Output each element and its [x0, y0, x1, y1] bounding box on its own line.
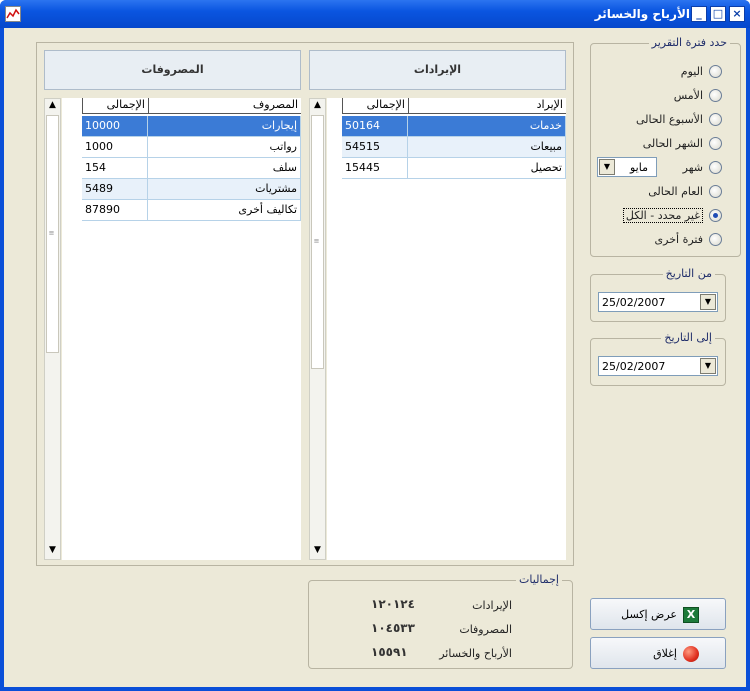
- radio-current-year[interactable]: العام الحالى: [648, 182, 722, 200]
- revenues-scrollbar[interactable]: ▲ ≡ ▼: [309, 98, 326, 560]
- cell-total[interactable]: 5489: [82, 179, 148, 200]
- revenues-name-column-header[interactable]: الإيراد: [408, 98, 566, 114]
- radio-label: شهر: [682, 160, 703, 174]
- scroll-up-icon[interactable]: ▲: [45, 100, 60, 114]
- to-date-value: 25/02/2007: [602, 360, 666, 373]
- cell-name[interactable]: مشتريات: [148, 179, 301, 200]
- excel-button[interactable]: عرض إكسل X: [590, 598, 726, 630]
- period-legend: حدد فترة التقرير: [648, 36, 730, 49]
- close-icon: [683, 646, 699, 662]
- to-date-picker[interactable]: 25/02/2007 ▼: [598, 356, 718, 376]
- revenues-total-column-header[interactable]: الإجمالى: [342, 98, 408, 114]
- radio-current-week[interactable]: الأسبوع الحالى: [636, 110, 722, 128]
- radio-label: الأمس: [673, 88, 703, 102]
- radio-label: اليوم: [680, 64, 703, 78]
- cell-total[interactable]: 1000: [82, 137, 148, 158]
- excel-button-label: عرض إكسل: [621, 608, 677, 621]
- summary-revenues-value: ١٢٠١٢٤: [371, 597, 415, 611]
- cell-total[interactable]: 54515: [342, 137, 408, 158]
- expenses-scrollbar[interactable]: ▲ ≡ ▼: [44, 98, 61, 560]
- expenses-grid[interactable]: الإجمالى المصروف 10000 إيجارات 1000 روات…: [62, 98, 301, 560]
- expenses-total-column-header[interactable]: الإجمالى: [82, 98, 148, 114]
- radio-current-month[interactable]: الشهر الحالى: [643, 134, 722, 152]
- cell-name[interactable]: رواتب: [148, 137, 301, 158]
- cell-total[interactable]: 15445: [342, 158, 408, 179]
- title-bar: الأرباح والخسائر _ □ ×: [0, 0, 750, 28]
- radio-circle-icon[interactable]: [709, 88, 722, 102]
- cell-name[interactable]: تحصيل: [408, 158, 566, 179]
- cell-total[interactable]: 10000: [82, 116, 148, 137]
- expenses-name-column-header[interactable]: المصروف: [148, 98, 301, 114]
- main-window: الأرباح والخسائر _ □ × حدد فترة التقرير …: [0, 0, 750, 691]
- client-area: حدد فترة التقرير اليوم الأمس الأسبوع الح…: [4, 28, 746, 687]
- cell-total[interactable]: 154: [82, 158, 148, 179]
- from-date-legend: من التاريخ: [662, 267, 715, 280]
- excel-icon: X: [683, 607, 699, 623]
- grids-panel: المصروفات الإيرادات ▲ ≡ ▼ الإجمالى المصر…: [36, 42, 574, 566]
- radio-circle-icon[interactable]: [709, 208, 722, 222]
- radio-month[interactable]: شهر: [683, 158, 722, 176]
- scroll-up-icon[interactable]: ▲: [310, 100, 325, 114]
- from-date-group: من التاريخ 25/02/2007 ▼: [590, 267, 726, 322]
- from-date-value: 25/02/2007: [602, 296, 666, 309]
- radio-other-period[interactable]: فترة أخرى: [655, 230, 722, 248]
- grip-icon: ≡: [313, 237, 320, 245]
- scroll-down-icon[interactable]: ▼: [45, 545, 60, 559]
- radio-label: غير محدد - الكل: [622, 207, 703, 223]
- close-button[interactable]: إغلاق: [590, 637, 726, 669]
- cell-name[interactable]: خدمات: [408, 116, 566, 137]
- cell-name[interactable]: تكاليف أخرى: [148, 200, 301, 221]
- period-group: حدد فترة التقرير اليوم الأمس الأسبوع الح…: [590, 36, 741, 257]
- summary-profit-label: الأرباح والخسائر: [439, 647, 512, 660]
- radio-circle-icon[interactable]: [709, 64, 722, 78]
- chevron-down-icon[interactable]: ▼: [700, 294, 716, 310]
- radio-label: فترة أخرى: [654, 232, 703, 246]
- chevron-down-icon[interactable]: ▼: [700, 358, 716, 374]
- chevron-down-icon[interactable]: ▼: [599, 159, 615, 175]
- app-chart-icon[interactable]: [5, 6, 21, 22]
- minimize-button[interactable]: _: [691, 6, 707, 22]
- radio-label: العام الحالى: [648, 184, 703, 198]
- cell-name[interactable]: مبيعات: [408, 137, 566, 158]
- to-date-legend: إلى التاريخ: [661, 331, 715, 344]
- expenses-header: المصروفات: [44, 50, 301, 90]
- maximize-button[interactable]: □: [710, 6, 726, 22]
- revenues-grid[interactable]: الإجمالى الإيراد 50164 خدمات 54515 مبيعا…: [327, 98, 566, 560]
- cell-total[interactable]: 50164: [342, 116, 408, 137]
- cell-name[interactable]: سلف: [148, 158, 301, 179]
- scroll-down-icon[interactable]: ▼: [310, 545, 325, 559]
- radio-circle-icon[interactable]: [709, 232, 722, 246]
- radio-today[interactable]: اليوم: [681, 62, 722, 80]
- summary-revenues-label: الإيرادات: [472, 599, 512, 612]
- radio-circle-icon[interactable]: [709, 160, 722, 174]
- from-date-picker[interactable]: 25/02/2007 ▼: [598, 292, 718, 312]
- radio-circle-icon[interactable]: [709, 112, 722, 126]
- summary-profit-value: ١٥٥٩١: [371, 645, 408, 659]
- summary-expenses-label: المصروفات: [459, 623, 512, 636]
- to-date-group: إلى التاريخ 25/02/2007 ▼: [590, 331, 726, 386]
- grip-icon: ≡: [48, 229, 55, 237]
- month-select[interactable]: مايو ▼: [597, 157, 657, 177]
- cell-total[interactable]: 87890: [82, 200, 148, 221]
- revenues-header: الإيرادات: [309, 50, 566, 90]
- month-value: مايو: [630, 161, 648, 174]
- close-window-button[interactable]: ×: [729, 6, 745, 22]
- close-button-label: إغلاق: [653, 647, 677, 660]
- summary-expenses-value: ١٠٤٥٣٣: [371, 621, 415, 635]
- radio-circle-icon[interactable]: [709, 136, 722, 150]
- radio-all[interactable]: غير محدد - الكل: [622, 206, 722, 224]
- window-title: الأرباح والخسائر: [594, 7, 690, 21]
- cell-name[interactable]: إيجارات: [148, 116, 301, 137]
- summary-legend: إجماليات: [516, 573, 562, 586]
- summary-group: إجماليات الإيرادات ١٢٠١٢٤ المصروفات ١٠٤٥…: [308, 573, 573, 669]
- radio-label: الشهر الحالى: [642, 136, 703, 150]
- radio-circle-icon[interactable]: [709, 184, 722, 198]
- radio-label: الأسبوع الحالى: [636, 112, 703, 126]
- radio-yesterday[interactable]: الأمس: [674, 86, 722, 104]
